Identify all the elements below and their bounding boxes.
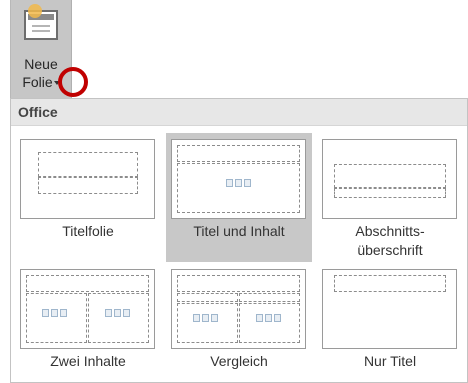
layout-thumbnail (20, 139, 155, 219)
layout-label: Vergleich (210, 353, 268, 369)
layout-thumbnail (322, 269, 457, 349)
layout-label: Titel und Inhalt (193, 223, 285, 239)
content-placeholder-icon (226, 177, 254, 189)
sparkle-icon (28, 4, 42, 18)
content-placeholder-icon (193, 312, 221, 324)
layout-thumbnail (20, 269, 155, 349)
layout-titel-und-inhalt[interactable]: Titel und Inhalt (166, 133, 312, 262)
content-placeholder-icon (42, 307, 70, 319)
layout-thumbnail (171, 269, 306, 349)
highlight-ring (58, 67, 88, 97)
layout-label-line2: überschrift (357, 242, 423, 258)
content-placeholder-icon (105, 307, 133, 319)
layout-label: Abschnitts- (355, 223, 425, 239)
layout-abschnittsueberschrift[interactable]: Abschnitts- überschrift (317, 133, 463, 262)
layout-nur-titel[interactable]: Nur Titel (317, 263, 463, 383)
layout-thumbnail (322, 139, 457, 219)
layout-gallery: Office Titelfolie Titel und Inhalt Absch… (10, 98, 468, 383)
layout-label: Nur Titel (363, 353, 417, 369)
layout-label: Zwei Inhalte (50, 353, 126, 369)
layout-thumbnail (171, 139, 306, 219)
layout-vergleich[interactable]: Vergleich (166, 263, 312, 383)
new-slide-label-line2: Folie (22, 74, 53, 90)
layout-zwei-inhalte[interactable]: Zwei Inhalte (15, 263, 161, 383)
layout-label: Titelfolie (62, 223, 114, 239)
new-slide-dropdown-screenshot: Neue Folie Office Titelfolie Titel und I… (0, 0, 468, 383)
content-placeholder-icon (256, 312, 284, 324)
gallery-section-title: Office (11, 99, 467, 126)
layout-titelfolie[interactable]: Titelfolie (15, 133, 161, 262)
